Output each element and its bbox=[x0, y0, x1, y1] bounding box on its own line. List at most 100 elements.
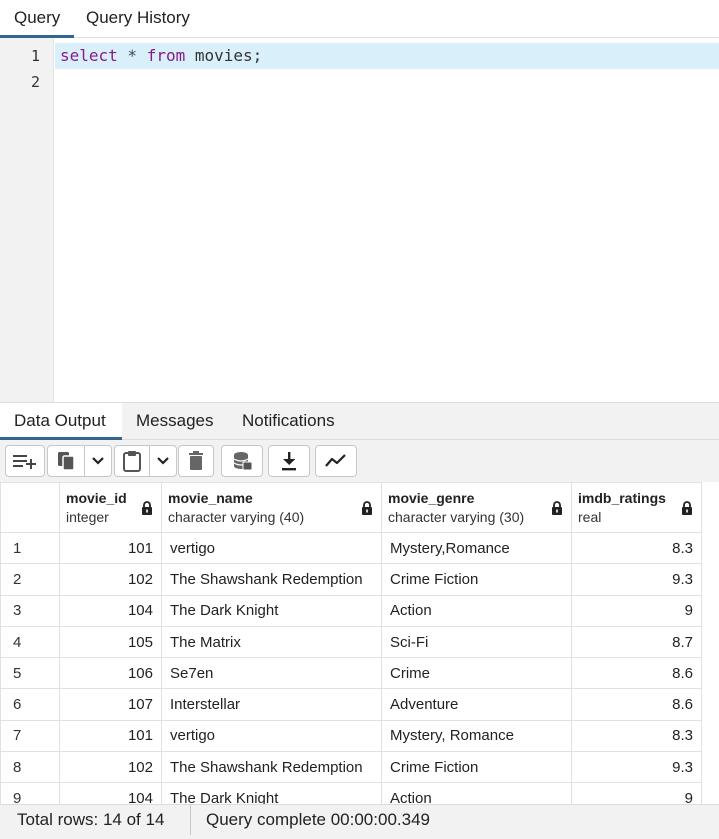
row-number-header bbox=[0, 482, 60, 533]
add-row-icon bbox=[13, 455, 36, 469]
copy-button[interactable] bbox=[47, 445, 85, 477]
code-line-1[interactable]: select * from movies; bbox=[55, 43, 719, 69]
row-number-cell: 9 bbox=[0, 782, 60, 804]
delete-button[interactable] bbox=[178, 445, 214, 477]
table-row[interactable]: 7 101 vertigo Mystery, Romance 8.3 bbox=[0, 719, 702, 753]
movie-genre-cell[interactable]: Crime bbox=[381, 657, 572, 690]
movie-genre-cell[interactable]: Crime Fiction bbox=[381, 563, 572, 596]
delete-icon bbox=[189, 451, 203, 470]
row-number-cell: 1 bbox=[0, 531, 60, 565]
line-number-gutter: 1 2 bbox=[0, 38, 54, 402]
save-data-icon bbox=[233, 452, 253, 471]
imdb-ratings-cell[interactable]: 9 bbox=[571, 782, 702, 804]
download-icon bbox=[282, 452, 296, 471]
results-table: movie_id integer movie_name character va… bbox=[0, 482, 702, 804]
movie-id-cell[interactable]: 104 bbox=[59, 782, 162, 804]
paste-button[interactable] bbox=[114, 445, 150, 477]
table-row[interactable]: 3 104 The Dark Knight Action 9 bbox=[0, 594, 702, 627]
column-header-movie-genre[interactable]: movie_genre character varying (30) bbox=[381, 482, 572, 533]
movie-id-cell[interactable]: 105 bbox=[59, 625, 162, 659]
row-number-cell: 5 bbox=[0, 657, 60, 690]
paste-options-dropdown[interactable] bbox=[149, 445, 177, 477]
table-row[interactable]: 9 104 The Dark Knight Action 9 bbox=[0, 782, 702, 804]
imdb-ratings-cell[interactable]: 8.3 bbox=[571, 531, 702, 565]
copy-options-dropdown[interactable] bbox=[84, 445, 112, 477]
column-type: character varying (30) bbox=[388, 509, 525, 525]
movie-id-cell[interactable]: 104 bbox=[59, 594, 162, 627]
movie-genre-cell[interactable]: Sci-Fi bbox=[381, 625, 572, 659]
code-line-2[interactable] bbox=[55, 69, 719, 95]
movie-genre-cell[interactable]: Action bbox=[381, 594, 572, 627]
add-row-button[interactable] bbox=[5, 445, 45, 477]
data-toolbar bbox=[0, 440, 719, 482]
movie-name-cell[interactable]: The Dark Knight bbox=[161, 594, 382, 627]
keyword-select: select bbox=[60, 46, 118, 65]
imdb-ratings-cell[interactable]: 8.6 bbox=[571, 688, 702, 721]
movie-name-cell[interactable]: The Matrix bbox=[161, 625, 382, 659]
movie-genre-cell[interactable]: Mystery,Romance bbox=[381, 531, 572, 565]
status-bar: Total rows: 14 of 14 Query complete 00:0… bbox=[0, 804, 719, 839]
imdb-ratings-cell[interactable]: 9 bbox=[571, 594, 702, 627]
movie-name-cell[interactable]: vertigo bbox=[161, 531, 382, 565]
column-name: imdb_ratings bbox=[578, 490, 666, 506]
column-header-imdb-ratings[interactable]: imdb_ratings real bbox=[571, 482, 702, 533]
table-row[interactable]: 6 107 Interstellar Adventure 8.6 bbox=[0, 688, 702, 721]
movie-id-cell[interactable]: 107 bbox=[59, 688, 162, 721]
lock-icon bbox=[362, 501, 372, 515]
save-data-button[interactable] bbox=[221, 445, 263, 477]
movie-id-cell[interactable]: 102 bbox=[59, 563, 162, 596]
graph-icon bbox=[325, 454, 346, 467]
movie-name-cell[interactable]: The Shawshank Redemption bbox=[161, 563, 382, 596]
tab-notifications[interactable]: Notifications bbox=[228, 403, 349, 440]
movie-name-cell[interactable]: Se7en bbox=[161, 657, 382, 690]
tab-query[interactable]: Query bbox=[0, 0, 75, 38]
movie-id-cell[interactable]: 101 bbox=[59, 531, 162, 565]
graph-visualiser-button[interactable] bbox=[315, 445, 357, 477]
row-number-cell: 7 bbox=[0, 719, 60, 753]
download-button[interactable] bbox=[268, 445, 310, 477]
column-type: real bbox=[578, 509, 602, 525]
query-time-label: Query complete 00:00:00.349 bbox=[206, 810, 430, 829]
column-header-movie-name[interactable]: movie_name character varying (40) bbox=[161, 482, 382, 533]
lock-icon bbox=[142, 501, 152, 515]
movie-name-cell[interactable]: The Shawshank Redemption bbox=[161, 751, 382, 784]
imdb-ratings-cell[interactable]: 9.3 bbox=[571, 751, 702, 784]
movie-genre-cell[interactable]: Adventure bbox=[381, 688, 572, 721]
table-row[interactable]: 8 102 The Shawshank Redemption Crime Fictio… bbox=[0, 751, 702, 784]
table-row[interactable]: 5 106 Se7en Crime 8.6 bbox=[0, 657, 702, 690]
movie-id-cell[interactable]: 101 bbox=[59, 719, 162, 753]
tab-data-output[interactable]: Data Output bbox=[0, 403, 122, 440]
results-grid[interactable]: movie_id integer movie_name character va… bbox=[0, 482, 719, 804]
table-row[interactable]: 2 102 The Shawshank Redemption Crime Fictio… bbox=[0, 563, 702, 596]
chevron-down-icon bbox=[92, 457, 104, 465]
row-number-cell: 6 bbox=[0, 688, 60, 721]
movie-genre-cell[interactable]: Action bbox=[381, 782, 572, 804]
imdb-ratings-cell[interactable]: 8.6 bbox=[571, 657, 702, 690]
movie-id-cell[interactable]: 102 bbox=[59, 751, 162, 784]
table-identifier: movies; bbox=[185, 46, 263, 65]
movie-id-cell[interactable]: 106 bbox=[59, 657, 162, 690]
imdb-ratings-cell[interactable]: 8.7 bbox=[571, 625, 702, 659]
row-number-cell: 4 bbox=[0, 625, 60, 659]
column-header-movie-id[interactable]: movie_id integer bbox=[59, 482, 162, 533]
sql-editor[interactable]: 1 2 select * from movies; bbox=[0, 38, 719, 402]
lock-icon bbox=[552, 501, 562, 515]
imdb-ratings-cell[interactable]: 8.3 bbox=[571, 719, 702, 753]
table-row[interactable]: 4 105 The Matrix Sci-Fi 8.7 bbox=[0, 625, 702, 659]
imdb-ratings-cell[interactable]: 9.3 bbox=[571, 563, 702, 596]
total-rows-label: Total rows: 14 of 14 bbox=[17, 810, 165, 829]
movie-genre-cell[interactable]: Crime Fiction bbox=[381, 751, 572, 784]
status-divider bbox=[190, 805, 191, 835]
table-row[interactable]: 1 101 vertigo Mystery,Romance 8.3 bbox=[0, 531, 702, 565]
movie-name-cell[interactable]: The Dark Knight bbox=[161, 782, 382, 804]
tab-query-history[interactable]: Query History bbox=[72, 0, 204, 38]
movie-genre-cell[interactable]: Mystery, Romance bbox=[381, 719, 572, 753]
line-number: 1 bbox=[30, 47, 40, 65]
row-number-cell: 8 bbox=[0, 751, 60, 784]
paste-icon bbox=[123, 451, 141, 472]
column-type: character varying (40) bbox=[168, 509, 305, 525]
lock-icon bbox=[682, 501, 692, 515]
movie-name-cell[interactable]: Interstellar bbox=[161, 688, 382, 721]
tab-messages[interactable]: Messages bbox=[122, 403, 227, 440]
movie-name-cell[interactable]: vertigo bbox=[161, 719, 382, 753]
